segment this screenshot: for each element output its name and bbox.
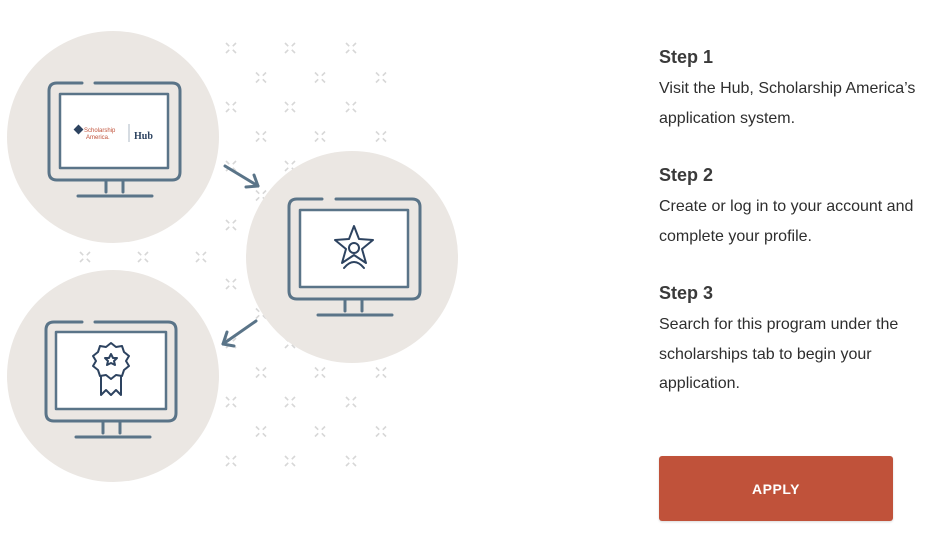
- sparkle: [284, 101, 296, 113]
- apply-button[interactable]: APPLY: [659, 456, 893, 521]
- sparkle: [225, 42, 237, 54]
- sparkle: [225, 455, 237, 467]
- sparkle: [345, 101, 357, 113]
- sparkle: [225, 396, 237, 408]
- sparkle: [375, 425, 387, 438]
- step-1-text: Visit the Hub, Scholarship America’s app…: [659, 80, 916, 127]
- sparkle: [375, 130, 387, 143]
- sparkle: [345, 396, 357, 408]
- svg-text:Hub: Hub: [134, 131, 153, 142]
- sparkle: [79, 251, 91, 263]
- sparkle: [314, 366, 326, 379]
- sparkle: [345, 42, 357, 54]
- monitor-1: [47, 81, 182, 198]
- svg-text:America.: America.: [86, 135, 110, 141]
- sparkle: [284, 396, 296, 408]
- sparkle: [255, 71, 267, 84]
- step-2-title: Step 2: [659, 165, 714, 185]
- sparkle: [137, 251, 149, 263]
- arrow-down-right-icon: [223, 164, 260, 189]
- sparkle: [345, 455, 357, 467]
- step-3-text: Search for this program under the schola…: [659, 316, 899, 392]
- step-3: Step 3 Search for this program under the…: [659, 280, 949, 399]
- sparkle: [195, 251, 207, 263]
- sparkle: [255, 366, 267, 379]
- sparkle: [314, 425, 326, 438]
- step-1-title: Step 1: [659, 47, 714, 67]
- sparkle: [375, 71, 387, 84]
- sparkle: [255, 130, 267, 143]
- step-1: Step 1 Visit the Hub, Scholarship Americ…: [659, 44, 949, 133]
- sparkle: [375, 366, 387, 379]
- sparkle: [255, 425, 267, 438]
- illustration-svg: Scholarship America. Hub: [7, 31, 458, 482]
- sparkle: [284, 42, 296, 54]
- arrow-down-left-icon: [221, 319, 258, 348]
- monitor-2: [287, 197, 422, 317]
- steps-illustration: Scholarship America. Hub: [0, 0, 470, 551]
- sparkle: [225, 101, 237, 113]
- step-2-text: Create or log in to your account and com…: [659, 198, 914, 245]
- sparkle: [225, 219, 237, 231]
- sparkle: [225, 278, 237, 290]
- svg-text:Scholarship: Scholarship: [84, 128, 116, 134]
- sparkle: [284, 455, 296, 467]
- sparkle: [314, 71, 326, 84]
- sparkle: [314, 130, 326, 143]
- step-2: Step 2 Create or log in to your account …: [659, 162, 949, 251]
- step-3-title: Step 3: [659, 283, 714, 303]
